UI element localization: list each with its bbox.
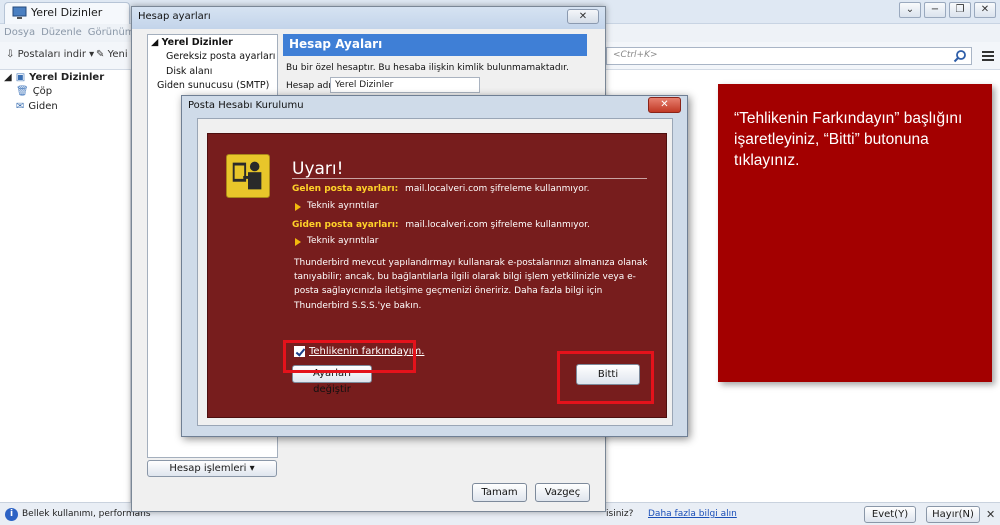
warning-body-text: Thunderbird mevcut yapılandırmayı kullan… <box>294 258 648 311</box>
folder-trash[interactable]: 🗑 Çöp <box>16 86 52 97</box>
dialog-title-bar: Hesap ayarları ✕ <box>132 7 605 29</box>
setup-title: Posta Hesabı Kurulumu <box>188 100 304 111</box>
tree-item-smtp[interactable]: Giden sunucusu (SMTP) <box>157 80 269 91</box>
info-icon: i <box>5 508 18 521</box>
menu-file[interactable]: Dosya <box>4 27 35 42</box>
technical-details-1[interactable]: Teknik ayrıntılar <box>307 201 379 211</box>
done-button-highlight-frame <box>557 351 654 404</box>
account-actions-button[interactable]: Hesap işlemleri ▾ <box>147 460 277 477</box>
tree-item-local[interactable]: ◢ Yerel Dizinler <box>151 37 233 48</box>
download-icon: ⇩ <box>6 49 18 60</box>
dropdown-button[interactable]: ⌄ <box>899 2 921 18</box>
callout-text: “Tehlikenin Farkındayın” başlığını işare… <box>734 110 963 169</box>
setup-title-bar: Posta Hesabı Kurulumu ✕ <box>182 96 687 118</box>
settings-header: Hesap Ayaları <box>283 34 587 56</box>
search-icon[interactable] <box>953 49 967 63</box>
outgoing-text: mail.localveri.com şifreleme kullanmıyor… <box>405 220 590 230</box>
folder-outbox[interactable]: ✉ Giden <box>16 101 58 112</box>
no-button[interactable]: Hayır(N) <box>926 506 980 523</box>
close-button[interactable]: ✕ <box>974 2 996 18</box>
checkbox-highlight-frame <box>283 340 416 373</box>
incoming-text: mail.localveri.com şifreleme kullanmıyor… <box>405 184 590 194</box>
instruction-callout: “Tehlikenin Farkındayın” başlığını işare… <box>718 84 992 382</box>
outgoing-label: Giden posta ayarları: <box>292 220 399 230</box>
menu-edit[interactable]: Düzenle <box>41 27 82 42</box>
search-input[interactable]: <Ctrl+K> <box>606 47 972 65</box>
outbox-icon: ✉ <box>16 101 25 112</box>
dialog-close-button[interactable]: ✕ <box>567 9 599 24</box>
outgoing-warning: Giden posta ayarları: mail.localveri.com… <box>292 220 590 230</box>
tree-item-junk[interactable]: Gereksiz posta ayarları <box>166 51 275 62</box>
account-name-label: Hesap adı: <box>286 81 334 91</box>
window-controls: ⌄ − ❐ ✕ <box>899 2 996 18</box>
get-mail-button[interactable]: ⇩ Postaları indir ▾ <box>6 49 94 60</box>
write-button[interactable]: ✎ Yeni i <box>96 49 134 60</box>
computer-icon <box>12 6 27 19</box>
menu-view[interactable]: Görünüm <box>88 27 135 42</box>
folder-local[interactable]: ◢ ▣ Yerel Dizinler <box>4 72 104 83</box>
dialog-title: Hesap ayarları <box>138 11 211 22</box>
computer-icon: ▣ <box>15 72 26 83</box>
setup-close-button[interactable]: ✕ <box>648 97 681 113</box>
ok-button[interactable]: Tamam <box>472 483 527 502</box>
tab-yerel-dizinler[interactable]: Yerel Dizinler <box>4 2 130 24</box>
tab-label: Yerel Dizinler <box>31 6 103 19</box>
hamburger-menu-icon[interactable] <box>981 49 995 63</box>
technical-details-2[interactable]: Teknik ayrıntılar <box>307 236 379 246</box>
collapse-icon[interactable]: ◢ <box>4 72 12 83</box>
expand-arrow-icon[interactable] <box>295 203 301 211</box>
cancel-button[interactable]: Vazgeç <box>535 483 590 502</box>
folder-pane: ◢ ▣ Yerel Dizinler 🗑 Çöp ✉ Giden <box>0 70 131 502</box>
close-icon[interactable]: ✕ <box>986 508 995 521</box>
security-guard-icon <box>226 154 270 198</box>
expand-arrow-icon[interactable] <box>295 238 301 246</box>
trash-icon: 🗑 <box>16 86 29 97</box>
incoming-label: Gelen posta ayarları: <box>292 184 399 194</box>
pencil-icon: ✎ <box>96 49 108 60</box>
minimize-button[interactable]: − <box>924 2 946 18</box>
tree-item-disk[interactable]: Disk alanı <box>166 66 212 77</box>
warning-title: Uyarı! <box>292 159 344 179</box>
maximize-button[interactable]: ❐ <box>949 2 971 18</box>
incoming-warning: Gelen posta ayarları: mail.localveri.com… <box>292 184 589 194</box>
yes-button[interactable]: Evet(Y) <box>864 506 916 523</box>
settings-description: Bu bir özel hesaptır. Bu hesaba ilişkin … <box>286 63 569 73</box>
divider <box>292 178 647 179</box>
collapse-icon[interactable]: ◢ <box>151 37 162 48</box>
account-name-input[interactable]: Yerel Dizinler <box>330 77 480 93</box>
more-info-link[interactable]: Daha fazla bilgi alın <box>648 509 737 519</box>
notification-question: isiniz? <box>606 509 634 519</box>
